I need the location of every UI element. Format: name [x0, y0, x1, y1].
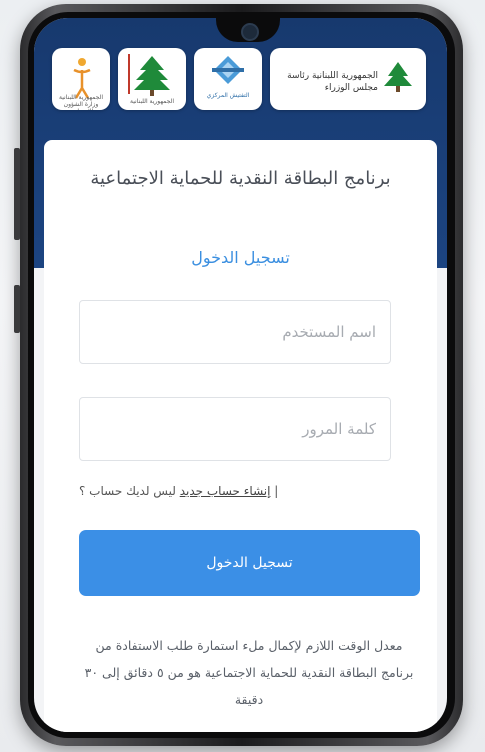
council-of-ministers-logo: الجمهورية اللبنانية رئاسة مجلس الوزراء: [270, 48, 426, 110]
logo-caption: الجمهورية اللبنانية: [129, 98, 175, 105]
program-title: برنامج البطاقة النقدية للحماية الاجتماعي…: [90, 168, 391, 189]
login-button[interactable]: تسجيل الدخول: [79, 530, 420, 596]
logo-caption: الجمهورية اللبنانية وزارة الشؤون الاجتما…: [58, 94, 104, 110]
power-button: [14, 285, 20, 333]
username-input[interactable]: [80, 301, 390, 363]
login-heading: تسجيل الدخول: [191, 248, 290, 267]
camera-icon: [241, 23, 259, 41]
logo-caption: الجمهورية اللبنانية رئاسة مجلس الوزراء: [287, 71, 378, 93]
info-text: معدل الوقت اللازم لإكمال ملء استمارة طلب…: [84, 638, 414, 707]
blue-emblem-logo: التفتيش المركزي: [194, 48, 262, 110]
volume-button: [14, 148, 20, 240]
password-field[interactable]: [79, 397, 391, 461]
phone-screen: الجمهورية اللبنانية وزارة الشؤون الاجتما…: [34, 18, 447, 732]
ministry-social-affairs-logo: الجمهورية اللبنانية وزارة الشؤون الاجتما…: [52, 48, 110, 110]
logo-caption: التفتيش المركزي: [206, 92, 250, 99]
login-card: برنامج البطاقة النقدية للحماية الاجتماعي…: [44, 140, 437, 732]
blue-emblem-icon: [212, 56, 244, 84]
logo-row: الجمهورية اللبنانية وزارة الشؤون الاجتما…: [52, 48, 426, 110]
username-field[interactable]: [79, 300, 391, 364]
password-input[interactable]: [80, 398, 390, 460]
create-account-link[interactable]: إنشاء حساب جديد: [180, 484, 271, 498]
register-line: إنشاء حساب جديد ليس لديك حساب ؟ |: [79, 484, 389, 498]
cedar-presidency-logo: الجمهورية اللبنانية: [118, 48, 186, 110]
